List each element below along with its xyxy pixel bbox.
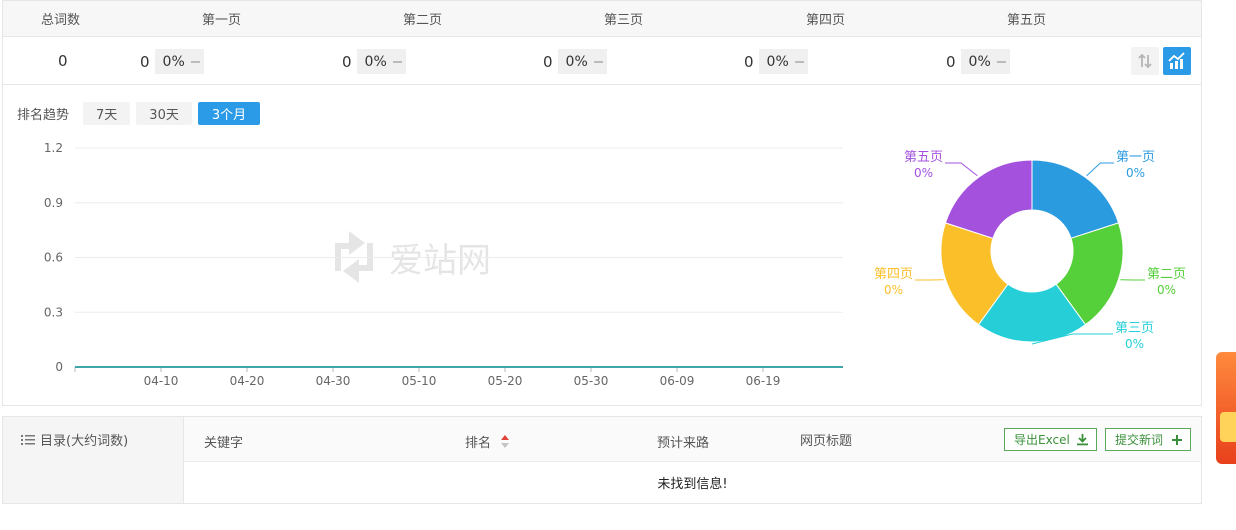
column-estimated-traffic: 预计来路 — [657, 436, 710, 451]
category-heading[interactable]: 目录(大约词数) — [21, 430, 128, 449]
ranking-panel: 总词数 第一页 第二页 第三页 第四页 第五页 0 0 0% 0 0% 0 0%… — [2, 0, 1202, 406]
keyword-table-panel: 目录(大约词数) 关键字 排名 预计来路 网页标题 导出Excel 提交新词 未… — [2, 416, 1202, 504]
category-label: 目录(大约词数) — [40, 434, 129, 449]
column-rank-label: 排名 — [465, 436, 492, 451]
donut-value-label: 0% — [1125, 337, 1144, 351]
column-keyword: 关键字 — [204, 436, 244, 451]
donut-slice[interactable] — [944, 159, 1033, 239]
sort-caret-icon — [501, 434, 510, 448]
donut-value-label: 0% — [914, 166, 933, 180]
empty-state-message: 未找到信息! — [657, 477, 728, 492]
promo-coin-icon — [1220, 412, 1236, 442]
export-excel-label: 导出Excel — [1014, 433, 1070, 447]
list-icon — [21, 434, 35, 445]
column-page-title: 网页标题 — [800, 434, 853, 449]
export-excel-button[interactable]: 导出Excel — [1004, 428, 1097, 451]
floating-promo-badge[interactable] — [1216, 352, 1236, 464]
donut-label: 第五页 — [904, 150, 943, 165]
donut-label: 第二页 — [1147, 267, 1186, 282]
donut-label: 第三页 — [1115, 321, 1154, 336]
submit-new-keyword-label: 提交新词 — [1115, 433, 1164, 447]
column-rank[interactable]: 排名 — [465, 432, 510, 451]
donut-label-line — [1086, 162, 1114, 177]
table-header: 关键字 排名 预计来路 网页标题 导出Excel 提交新词 — [184, 417, 1201, 462]
donut-label-line — [945, 162, 978, 177]
donut-value-label: 0% — [1157, 283, 1176, 297]
donut-label: 第四页 — [874, 267, 913, 282]
donut-label: 第一页 — [1116, 150, 1155, 165]
page-distribution-donut-chart: 第一页0%第二页0%第三页0%第四页0%第五页0% — [874, 150, 1186, 351]
submit-new-keyword-button[interactable]: 提交新词 — [1105, 428, 1192, 451]
donut-value-label: 0% — [884, 283, 903, 297]
donut-value-label: 0% — [1126, 166, 1145, 180]
category-sidebar: 目录(大约词数) — [3, 417, 184, 503]
download-icon — [1076, 434, 1088, 446]
plus-icon — [1172, 434, 1183, 445]
